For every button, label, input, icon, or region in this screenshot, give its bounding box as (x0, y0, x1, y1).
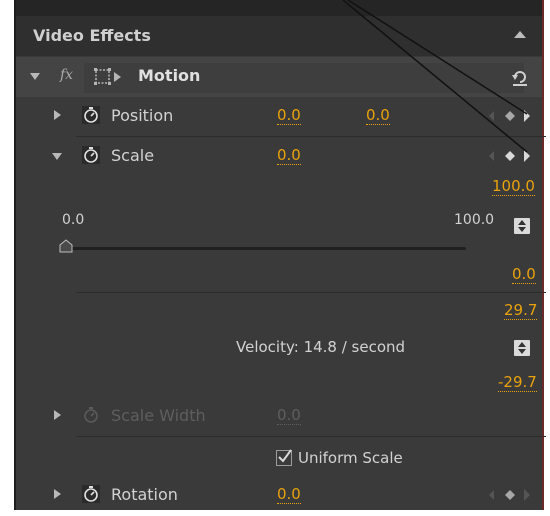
annotation-arrow-line (347, 0, 528, 115)
annotation-arrows (342, 0, 528, 153)
annotation-arrow-line (342, 0, 528, 153)
